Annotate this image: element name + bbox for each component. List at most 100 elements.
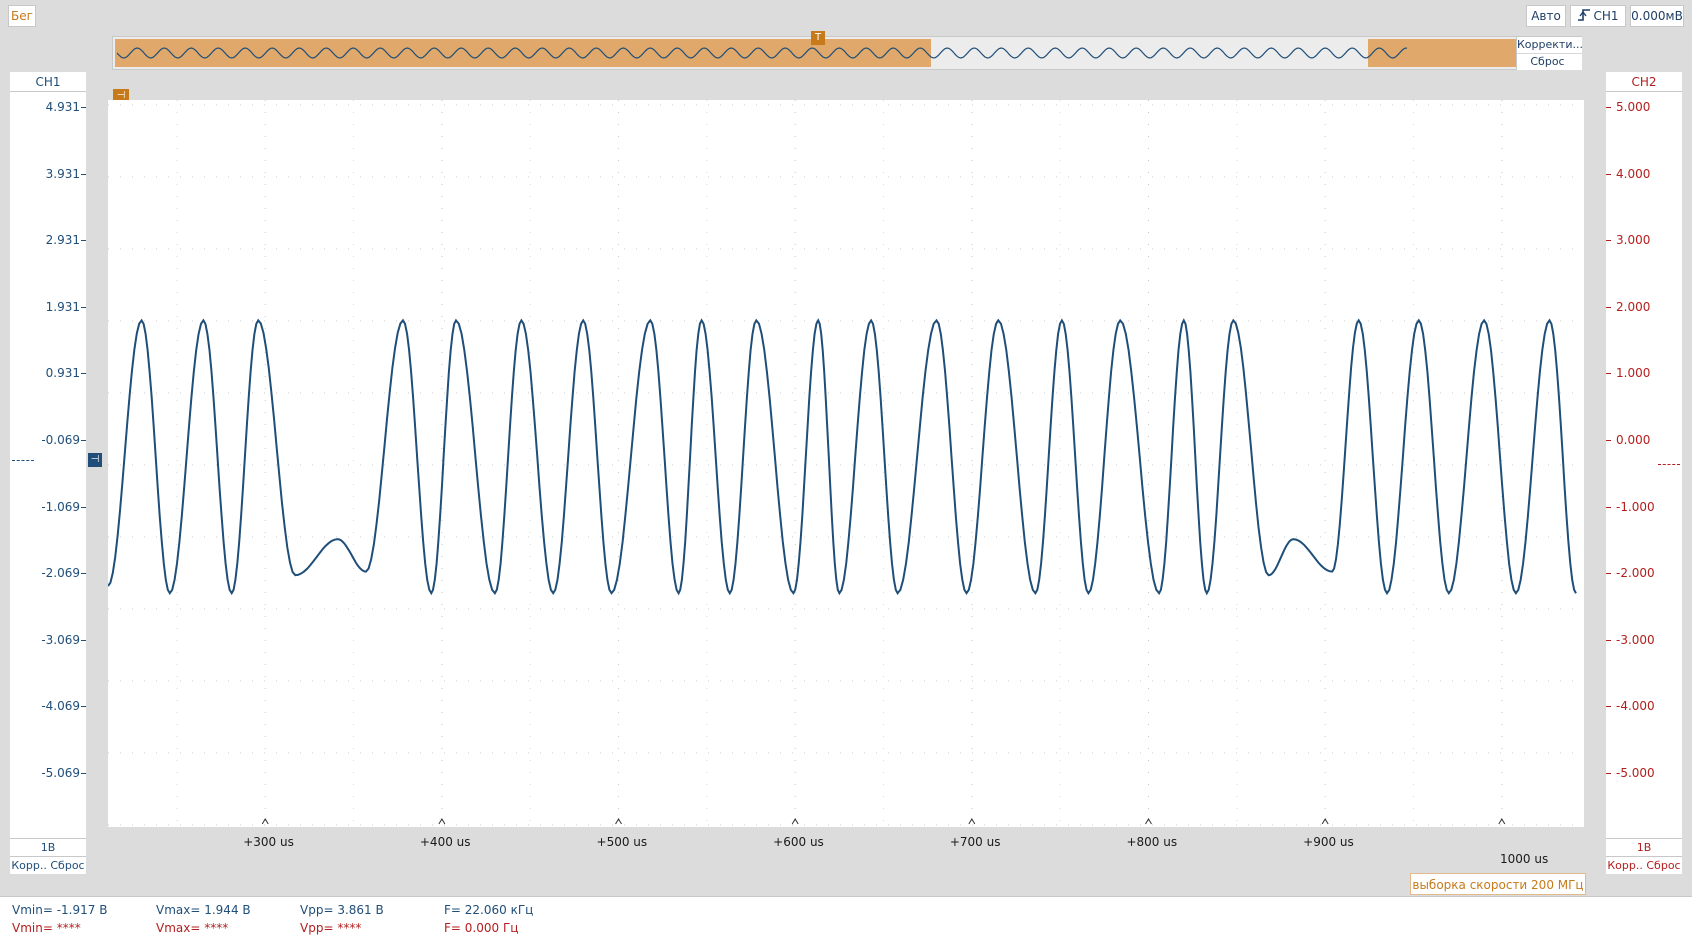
ch2-reset-button[interactable]: Сброс (1646, 859, 1680, 872)
plot-svg (108, 100, 1584, 827)
ch2-tick-mark (1606, 240, 1611, 242)
ch1-frequency: F= 22.060 кГц (444, 903, 534, 917)
ch1-tick-label: -2.069 (41, 566, 80, 581)
ch2-vmax: Vmax= **** (156, 921, 229, 935)
ch2-tick-mark (1606, 573, 1611, 575)
ch1-tick-mark (81, 107, 86, 108)
ch2-tick-label: 0.000 (1616, 433, 1651, 447)
ch2-tick-mark (1606, 306, 1611, 308)
ch2-tick-label: 4.000 (1616, 166, 1651, 181)
ch2-tick-label: -1.000 (1616, 499, 1655, 514)
ch1-tick-mark (81, 773, 86, 774)
time-tick-mark (1498, 818, 1506, 825)
ch1-offset-line (12, 460, 34, 461)
ch2-offset-line (1658, 464, 1680, 465)
time-tick-mark (791, 818, 799, 825)
run-status-button[interactable]: Бег (8, 5, 36, 27)
ch1-tick-label: -0.069 (41, 433, 80, 447)
ch1-tick-mark (81, 373, 86, 375)
measurements-panel: Vmin= -1.917 В Vmax= 1.944 В Vpp= 3.861 … (0, 896, 1692, 940)
ch2-tick-mark (1606, 706, 1611, 708)
ch2-vmin: Vmin= **** (12, 921, 81, 935)
ch1-tick-mark (81, 173, 86, 175)
ch2-tick-label: 2.000 (1616, 299, 1651, 314)
ch2-tick-label: 1.000 (1616, 366, 1651, 381)
ch2-tick-mark (1606, 506, 1611, 508)
ch2-tick-label: -5.000 (1616, 766, 1655, 780)
ch2-tick-mark (1606, 107, 1611, 108)
ch1-vmin: Vmin= -1.917 В (12, 903, 108, 917)
ch2-tick-label: -3.000 (1616, 632, 1655, 647)
trigger-position-marker[interactable]: T (811, 31, 825, 45)
time-tick-mark (968, 818, 976, 825)
overview-reset-button[interactable]: Сброс (1517, 53, 1582, 69)
ch1-tick-mark (81, 440, 86, 441)
ch1-tick-mark (81, 306, 86, 308)
overview-correct-button[interactable]: Корректи... (1517, 37, 1582, 53)
ch1-buttons: Корр.. Сброс (10, 856, 86, 874)
ch2-correct-button[interactable]: Корр.. (1607, 859, 1643, 872)
ch1-tick-label: -5.069 (41, 766, 80, 780)
ch1-waveform (108, 318, 1577, 596)
overview-controls: Корректи... Сброс (1516, 37, 1582, 70)
ch1-tick-label: 0.931 (45, 366, 80, 381)
ch2-tick-label: -4.000 (1616, 699, 1655, 714)
time-tick-mark (1321, 818, 1329, 825)
trigger-source-button[interactable]: CH1 (1570, 5, 1626, 27)
time-tick-mark (261, 818, 269, 825)
ch2-vpp: Vpp= **** (300, 921, 362, 935)
ch1-tick-label: 1.931 (45, 299, 80, 314)
trigger-mode-button[interactable]: Авто (1526, 5, 1566, 27)
time-axis-label: +400 us (419, 835, 471, 849)
ch2-tick-mark (1606, 440, 1611, 441)
ch1-label[interactable]: CH1 (10, 72, 86, 92)
time-axis-label: +800 us (1126, 835, 1178, 849)
ch1-tick-mark (81, 706, 86, 708)
sample-rate-label: выборка скорости 200 МГц (1410, 873, 1586, 895)
ch1-tick-mark (81, 506, 86, 508)
ch2-tick-mark (1606, 639, 1611, 641)
ch1-reset-button[interactable]: Сброс (50, 859, 84, 872)
ch2-label[interactable]: CH2 (1606, 72, 1682, 92)
ch1-tick-mark (81, 240, 86, 242)
ch1-tick-label: -4.069 (41, 699, 80, 714)
ch1-tick-label: -3.069 (41, 632, 80, 647)
ch2-tick-mark (1606, 373, 1611, 375)
ch1-correct-button[interactable]: Корр.. (11, 859, 47, 872)
waveform-overview[interactable]: T (112, 31, 1582, 70)
ch1-scale[interactable]: 1В (10, 838, 86, 856)
ch1-tick-label: -1.069 (41, 499, 80, 514)
overview-view-window-tail[interactable] (1368, 39, 1517, 67)
time-axis-label: +900 us (1303, 835, 1354, 849)
time-axis-label: +600 us (773, 835, 824, 849)
ch1-tick-label: 4.931 (45, 100, 80, 114)
time-tick-mark (615, 818, 622, 825)
time-axis-end-label: 1000 us (1500, 852, 1549, 866)
time-tick-mark (1145, 818, 1152, 825)
ch1-vmax: Vmax= 1.944 В (156, 903, 251, 917)
rising-edge-icon (1578, 9, 1591, 21)
ch2-scale[interactable]: 1В (1606, 838, 1682, 856)
ch2-tick-mark (1606, 173, 1611, 175)
ch1-axis-panel: CH1 4.931 3.931 2.931 1.931 0.931 -0.069 -1.06… (10, 72, 86, 874)
trigger-source-label: CH1 (1593, 9, 1619, 23)
time-axis-label: +500 us (596, 835, 648, 849)
ch1-level-marker[interactable]: ⊣ (88, 453, 102, 467)
overview-view-window[interactable] (115, 39, 931, 67)
ch2-frequency: F= 0.000 Гц (444, 921, 519, 935)
ch2-tick-label: 3.000 (1616, 233, 1651, 248)
time-axis-label: +300 us (243, 835, 294, 849)
oscilloscope-plot[interactable] (108, 100, 1584, 827)
ch2-tick-mark (1606, 773, 1611, 774)
ch1-tick-mark (81, 573, 86, 575)
ch1-vpp: Vpp= 3.861 В (300, 903, 384, 917)
trigger-level-button[interactable]: 0.000мВ (1630, 5, 1684, 27)
ch1-tick-label: 2.931 (45, 233, 80, 248)
ch1-tick-mark (81, 639, 86, 641)
ch1-tick-label: 3.931 (45, 166, 80, 181)
ch2-buttons: Корр.. Сброс (1606, 856, 1682, 874)
ch2-tick-label: -2.000 (1616, 566, 1655, 581)
ch2-axis-panel: CH2 5.000 4.000 3.000 2.000 1.000 0.000 -1.000… (1606, 72, 1682, 874)
time-tick-mark (438, 818, 446, 825)
time-axis-label: +700 us (949, 835, 1001, 849)
